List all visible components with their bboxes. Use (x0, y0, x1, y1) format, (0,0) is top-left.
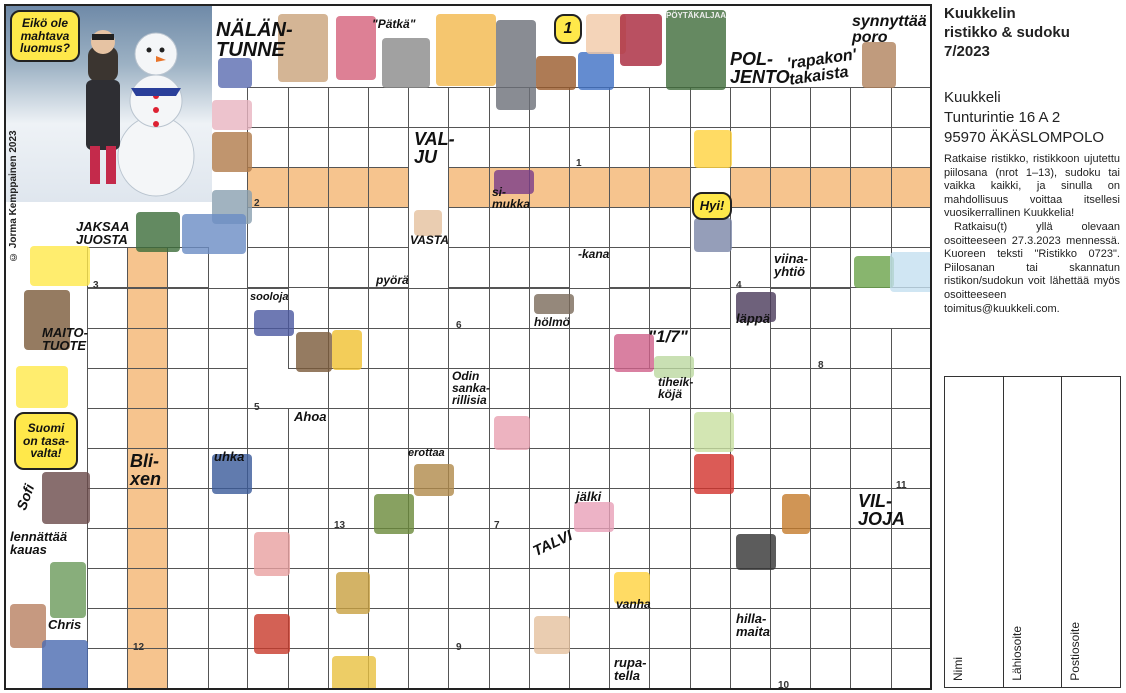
address-line: Kuukkeli (944, 89, 1001, 106)
postal-address-field[interactable]: Postiosoite (1062, 377, 1120, 687)
mailing-address: Kuukkeli Tunturintie 16 A 2 95970 ÄKÄSLO… (944, 88, 1104, 148)
hidden-word-numbers: 1 2 3 4 5 6 7 8 9 10 11 12 13 (6, 6, 930, 688)
hidden-word-number: 12 (133, 642, 145, 653)
hidden-word-number: 7 (494, 520, 500, 531)
hidden-word-number: 1 (576, 158, 582, 169)
hidden-word-number: 8 (818, 360, 824, 371)
sidebar: Kuukkelin ristikko & sudoku 7/2023 Kuukk… (944, 0, 1126, 693)
title-line: Kuukkelin (944, 5, 1016, 22)
instructions: Ratkaise ristikko, ristikkoon ujutettu p… (944, 153, 1120, 316)
postal-address-label: Postiosoite (1068, 622, 1083, 681)
crossword-puzzle: © Jorma Kemppainen 2023 NÄLÄN- TUNNE "Pät… (4, 4, 932, 690)
hidden-word-number: 2 (254, 198, 260, 209)
puzzle-title: Kuukkelin ristikko & sudoku 7/2023 (944, 4, 1070, 61)
hidden-word-number: 9 (456, 642, 462, 653)
hidden-word-number: 5 (254, 402, 260, 413)
hidden-word-number: 3 (93, 280, 99, 291)
street-address-field[interactable]: Lähiosoite (1004, 377, 1063, 687)
hidden-word-number: 6 (456, 320, 462, 331)
entry-form: Nimi Lähiosoite Postiosoite (944, 376, 1121, 688)
instructions-paragraph: Ratkaisu(t) yllä olevaan osoitteeseen 27… (944, 220, 1120, 315)
title-line: ristikko & sudoku (944, 24, 1070, 41)
name-field[interactable]: Nimi (945, 377, 1004, 687)
street-address-label: Lähiosoite (1009, 626, 1024, 681)
hidden-word-number: 11 (896, 480, 907, 491)
name-label: Nimi (951, 657, 965, 681)
hidden-word-number: 13 (334, 520, 346, 531)
address-line: Tunturintie 16 A 2 (944, 109, 1061, 126)
instructions-paragraph: Ratkaise ristikko, ristikkoon ujutettu p… (944, 153, 1120, 220)
title-line: 7/2023 (944, 43, 990, 60)
hidden-word-number: 10 (778, 680, 790, 690)
address-line: 95970 ÄKÄSLOMPOLO (944, 129, 1105, 146)
hidden-word-number: 4 (736, 280, 742, 291)
